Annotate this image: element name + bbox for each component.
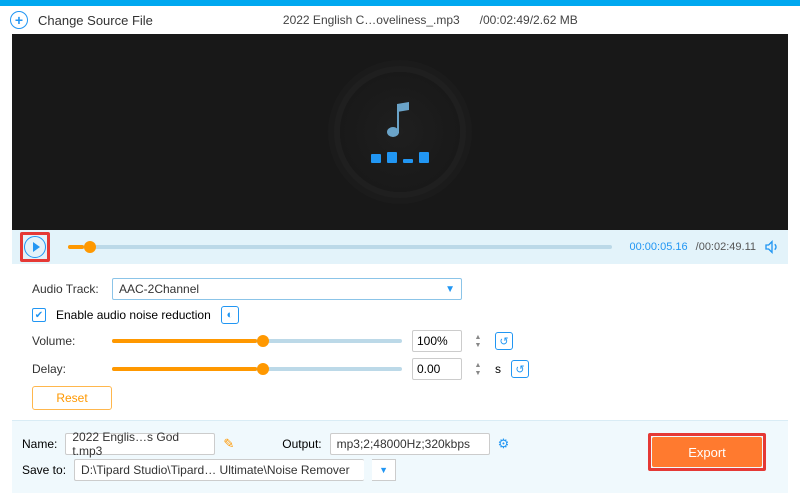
export-highlight: Export [648,433,766,471]
save-to-label: Save to: [22,463,66,477]
volume-label: Volume: [32,334,102,348]
name-label: Name: [22,437,57,451]
audio-visual-disc [340,72,460,192]
delay-label: Delay: [32,362,102,376]
volume-icon[interactable] [764,239,780,255]
export-bar: Name: 2022 Englis…s God t.mp3 ✎ Output: … [12,420,788,493]
audio-track-value: AAC-2Channel [119,282,199,296]
audio-track-select[interactable]: AAC-2Channel ▼ [112,278,462,300]
progress-track[interactable] [68,245,612,249]
play-highlight [20,232,50,262]
noise-reduction-label: Enable audio noise reduction [56,308,211,322]
progress-fill [68,245,84,249]
delay-unit: s [495,362,501,376]
edit-name-icon[interactable]: ✎ [223,436,234,452]
change-source-button[interactable]: Change Source File [38,13,153,28]
preview-area [12,34,788,230]
settings-panel: Audio Track: AAC-2Channel ▼ ✔ Enable aud… [12,264,788,414]
delay-reset-icon[interactable]: ↺ [511,360,529,378]
add-source-icon[interactable]: + [10,11,28,29]
audio-track-label: Audio Track: [32,282,102,296]
delay-spinner[interactable]: ▲▼ [471,358,485,380]
total-time: /00:02:49.11 [696,241,756,253]
export-button[interactable]: Export [652,437,762,467]
volume-reset-icon[interactable]: ↺ [495,332,513,350]
current-time: 00:00:05.16 [630,241,688,253]
delay-input[interactable]: 0.00 [412,358,462,380]
source-duration-size: /00:02:49/2.62 MB [480,13,578,27]
output-settings-icon[interactable]: ⚙ [498,436,510,452]
play-button[interactable] [24,236,46,258]
name-field[interactable]: 2022 Englis…s God t.mp3 [65,433,215,455]
equalizer-icon [371,151,429,163]
delay-slider[interactable] [112,367,402,371]
volume-input[interactable]: 100% [412,330,462,352]
noise-reduction-checkbox[interactable]: ✔ [32,308,46,322]
volume-spinner[interactable]: ▲▼ [471,330,485,352]
delay-fill [112,367,257,371]
volume-slider[interactable] [112,339,402,343]
output-label: Output: [282,437,321,451]
chevron-down-icon: ▼ [445,284,455,295]
music-note-icon [385,101,415,141]
header-bar: + Change Source File 2022 English C…ovel… [0,6,800,34]
delay-thumb[interactable] [257,363,269,375]
volume-thumb[interactable] [257,335,269,347]
play-icon [33,242,40,252]
output-field[interactable]: mp3;2;48000Hz;320kbps [330,433,490,455]
save-path-dropdown[interactable]: ▼ [372,459,396,481]
source-filename: 2022 English C…oveliness_.mp3 [283,13,460,27]
reset-button[interactable]: Reset [32,386,112,410]
progress-thumb[interactable] [84,241,96,253]
noise-settings-icon[interactable]: ◐ [221,306,239,324]
volume-fill [112,339,257,343]
transport-bar: 00:00:05.16 /00:02:49.11 [12,230,788,264]
save-path-field[interactable]: D:\Tipard Studio\Tipard… Ultimate\Noise … [74,459,364,481]
